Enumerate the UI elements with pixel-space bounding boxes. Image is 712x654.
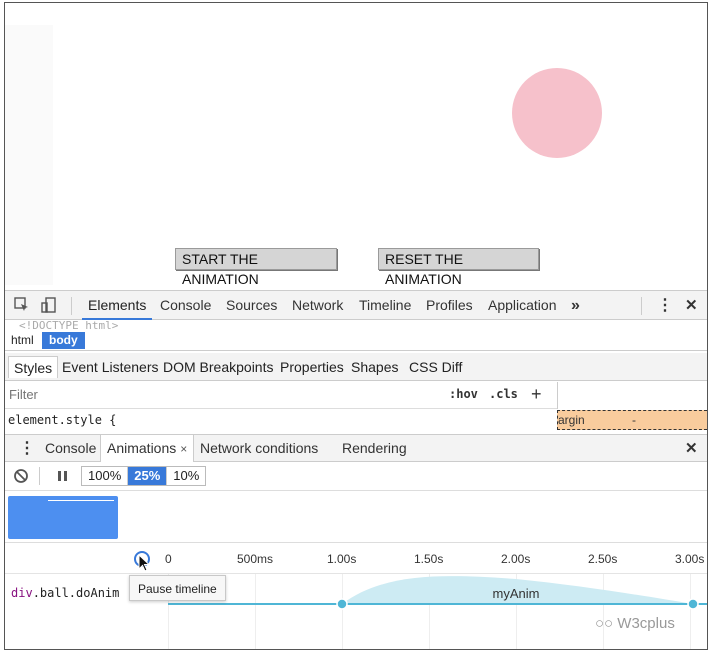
- subtab-properties[interactable]: Properties: [275, 356, 349, 378]
- drawer-tab-animations-label: Animations: [107, 440, 177, 456]
- styles-filter-bar: :hov .cls +: [5, 382, 557, 409]
- tab-profiles[interactable]: Profiles: [420, 291, 479, 320]
- reset-animation-button[interactable]: RESET THE ANIMATION: [378, 248, 539, 287]
- watermark: ○○ W3cplus: [595, 615, 675, 632]
- subtab-styles[interactable]: Styles: [8, 356, 59, 378]
- ruler-tick: 3.00s: [675, 552, 705, 566]
- toolbar-divider: [641, 297, 642, 315]
- rate-10-button[interactable]: 10%: [167, 467, 205, 485]
- animated-ball: [512, 68, 602, 158]
- breadcrumb-body[interactable]: body: [42, 332, 85, 349]
- tab-network[interactable]: Network: [286, 291, 349, 320]
- drawer-tab-console[interactable]: Console: [39, 435, 102, 462]
- customize-menu-icon[interactable]: ⋮: [651, 291, 679, 320]
- breadcrumb-html[interactable]: html: [7, 332, 38, 349]
- devtools-toolbar: Elements Console Sources Network Timelin…: [5, 290, 707, 320]
- browser-frame: START THE ANIMATION RESET THE ANIMATION …: [4, 2, 708, 650]
- new-style-rule-button[interactable]: +: [531, 384, 542, 405]
- subtab-css-diff[interactable]: CSS Diff: [404, 356, 467, 378]
- timeline-ruler: 0 500ms 1.00s 1.50s 2.00s 2.50s 3.00s: [5, 544, 707, 574]
- breadcrumb: html body: [5, 330, 707, 351]
- inspect-element-icon[interactable]: [13, 297, 31, 315]
- computed-pane: [557, 382, 707, 409]
- more-tabs-icon[interactable]: »: [565, 291, 586, 320]
- mouse-cursor-icon: [138, 554, 150, 572]
- ruler-tick: 2.00s: [501, 552, 531, 566]
- clear-all-icon[interactable]: [13, 468, 29, 487]
- tab-timeline[interactable]: Timeline: [353, 291, 417, 320]
- pause-all-icon[interactable]: [57, 470, 69, 485]
- margin-label: argin: [558, 413, 585, 427]
- start-animation-button[interactable]: START THE ANIMATION: [175, 248, 337, 287]
- wechat-icon: ○○: [595, 615, 614, 632]
- subtab-shapes[interactable]: Shapes: [346, 356, 403, 378]
- ruler-tick: 2.50s: [588, 552, 618, 566]
- hover-state-toggle[interactable]: :hov: [449, 387, 478, 401]
- styles-filter-input[interactable]: [9, 387, 209, 402]
- subtab-dom-breakpoints[interactable]: DOM Breakpoints: [158, 356, 278, 378]
- class-toggle[interactable]: .cls: [489, 387, 518, 401]
- tab-sources[interactable]: Sources: [220, 291, 283, 320]
- margin-value: -: [632, 413, 636, 427]
- keyframe-end-handle[interactable]: [687, 598, 699, 610]
- tab-console[interactable]: Console: [154, 291, 217, 320]
- styles-subtabs: Styles Event Listeners DOM Breakpoints P…: [5, 353, 707, 381]
- watermark-text: W3cplus: [617, 615, 675, 632]
- device-toolbar-icon[interactable]: [40, 297, 58, 315]
- toolbar-divider: [39, 467, 40, 485]
- page-viewport: START THE ANIMATION RESET THE ANIMATION: [5, 3, 707, 290]
- drawer-tab-network-conditions[interactable]: Network conditions: [194, 435, 324, 462]
- ruler-tick: 1.50s: [414, 552, 444, 566]
- rate-25-button[interactable]: 25%: [128, 467, 168, 485]
- ruler-tick: 1.00s: [327, 552, 357, 566]
- rate-100-button[interactable]: 100%: [82, 467, 129, 485]
- ruler-tick: 0: [165, 552, 172, 566]
- box-model-margin: argin -: [557, 410, 707, 430]
- drawer-menu-icon[interactable]: ⋮: [13, 435, 41, 462]
- animations-toolbar: 100% 25% 10%: [5, 462, 707, 491]
- tab-elements[interactable]: Elements: [82, 291, 153, 320]
- keyframe-start-handle[interactable]: [336, 598, 348, 610]
- close-tab-icon[interactable]: ×: [180, 442, 187, 456]
- group-preview-line: [48, 500, 114, 501]
- close-devtools-icon[interactable]: ✕: [679, 291, 704, 320]
- animation-track: myAnim: [168, 576, 707, 610]
- animation-group-preview[interactable]: [8, 496, 118, 539]
- drawer-tabbar: ⋮ Console Animations × Network conditions…: [5, 434, 707, 462]
- animation-groups: [5, 491, 707, 543]
- tab-application[interactable]: Application: [482, 291, 563, 320]
- ruler-tick: 500ms: [237, 552, 274, 566]
- drawer-tab-animations[interactable]: Animations ×: [100, 435, 195, 462]
- animation-rows: div.ball.doAnim myAnim: [5, 574, 707, 649]
- close-drawer-icon[interactable]: ✕: [679, 435, 704, 462]
- viewport-shade: [5, 25, 53, 285]
- element-style-rule[interactable]: element.style {: [8, 413, 116, 427]
- animation-name-label: myAnim: [493, 586, 540, 601]
- playback-rate-group: 100% 25% 10%: [81, 466, 207, 486]
- toolbar-divider: [71, 297, 72, 315]
- drawer-tab-rendering[interactable]: Rendering: [336, 435, 413, 462]
- pause-timeline-tooltip: Pause timeline: [129, 575, 226, 601]
- subtab-event-listeners[interactable]: Event Listeners: [57, 356, 164, 378]
